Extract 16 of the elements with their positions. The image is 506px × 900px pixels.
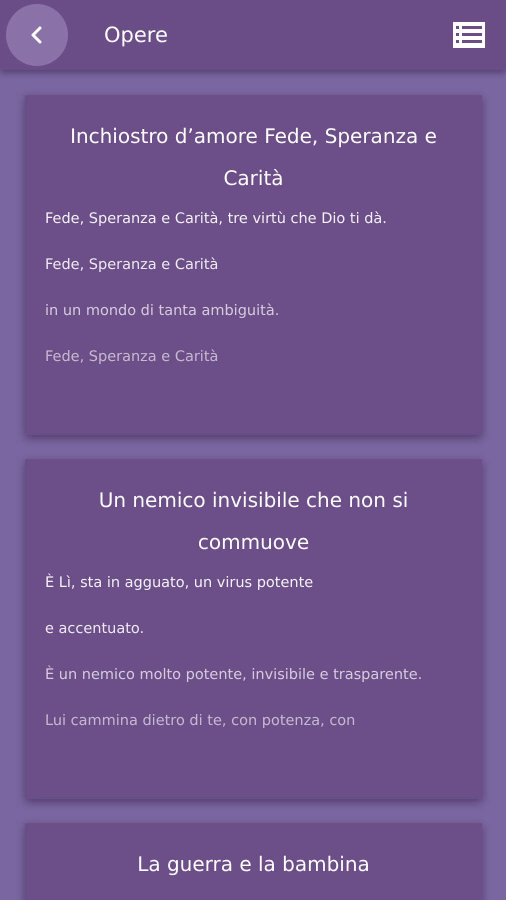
poem-line: È un nemico molto potente, invisibile e trasparente. (45, 664, 424, 685)
poem-line: in un mondo di tanta ambiguità. (45, 302, 280, 321)
poem-title: Un nemico invisibile che non si commuove (98, 487, 410, 556)
poem-line: Lui cammina dietro di te, con potenza, con (45, 712, 356, 731)
poem-card[interactable]: Un nemico invisibile che non si commuove È Lì, sta in agguato, un virus potente e accentuato. È un nemico molto potente, invisibile e trasparente. Lui cammina dietro di te, con potenza, con (25, 459, 482, 799)
poem-card[interactable]: Inchiostro d’amore Fede, Speranza e Carità Fede, Speranza e Carità, tre virtù che Dio ti dà. Fede, Speranza e Carità in un mondo di tanta ambiguità. Fede, Speranza e Carità (25, 95, 482, 435)
poem-line: Fede, Speranza e Carità (45, 256, 220, 275)
poem-card[interactable]: La guerra e la bambina (25, 823, 482, 900)
poem-line: È Lì, sta in agguato, un virus potente (45, 572, 314, 593)
list-view-icon[interactable] (452, 21, 486, 49)
page-title: Opere (104, 23, 169, 47)
poem-line: Fede, Speranza e Carità (45, 348, 220, 367)
poem-title: La guerra e la bambina (136, 851, 371, 878)
poem-line: Fede, Speranza e Carità, tre virtù che Dio ti dà. (45, 210, 388, 229)
poem-title: Inchiostro d’amore Fede, Speranza e Carità (69, 123, 438, 192)
poem-line: e accentuato. (45, 620, 146, 639)
